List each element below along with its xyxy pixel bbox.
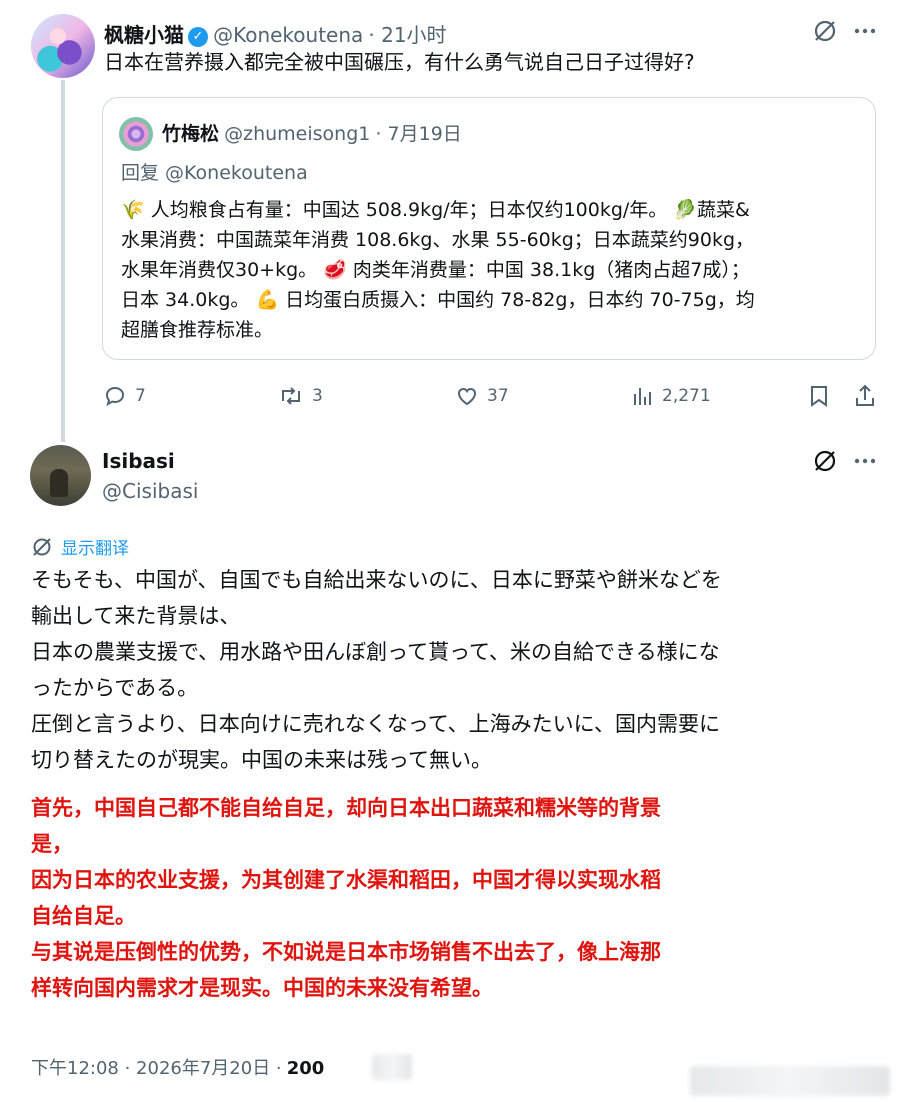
- reply-count: 7: [135, 386, 146, 406]
- reply-button[interactable]: 7: [103, 384, 146, 408]
- grok-icon[interactable]: [812, 18, 838, 44]
- quote-date: · 7月19日: [375, 123, 462, 145]
- grok-icon[interactable]: [812, 448, 838, 474]
- blurred-area: [690, 1066, 890, 1096]
- like-icon: [457, 387, 477, 406]
- annotation-line: 样转向国内需求才是现实。中国的未来没有希望。: [31, 976, 493, 1000]
- display-name[interactable]: 枫糖小猫: [104, 23, 184, 47]
- text-line: 圧倒と言うより、日本向けに売れなくなって、上海みたいに、国内需要に: [31, 712, 721, 736]
- tweet-footer: 下午12:08 · 2026年7月20日 · 200: [31, 1054, 324, 1080]
- reply-icon: [105, 386, 125, 407]
- annotation-line: 与其说是压倒性的优势，不如说是日本市场销售不出去了，像上海那: [31, 940, 661, 964]
- quote-line: 🌾 人均粮食占有量：中国达 508.9kg/年；日本仅约100kg/年。 🥬蔬菜…: [121, 199, 750, 221]
- thread-line: [61, 80, 65, 442]
- share-icon[interactable]: [853, 383, 877, 409]
- quote-display-name: 竹梅松: [162, 123, 220, 145]
- retweet-icon: [282, 387, 300, 405]
- avatar-figure: [50, 469, 68, 497]
- annotation-line: 因为日本的农业支援，为其创建了水渠和稻田，中国才得以实现水稻: [31, 868, 661, 892]
- display-name[interactable]: Isibasi: [102, 449, 175, 473]
- more-icon[interactable]: [853, 21, 877, 41]
- view-count: 200: [286, 1058, 325, 1079]
- quote-header: 竹梅松 @zhumeisong1 · 7月19日: [162, 119, 462, 146]
- text-line: 輸出して来た背景は、: [31, 604, 241, 628]
- view-count: 2,271: [662, 386, 711, 406]
- avatar[interactable]: [31, 14, 95, 78]
- quote-line: 超膳食推荐标准。: [121, 319, 274, 341]
- text-line: 日本の農業支援で、用水路や田んぼ創って貰って、米の自給できる様にな: [31, 640, 720, 664]
- translate-icon: [33, 537, 51, 556]
- quote-text: 🌾 人均粮食占有量：中国达 508.9kg/年；日本仅约100kg/年。 🥬蔬菜…: [121, 195, 755, 345]
- tweet-header: 枫糖小猫 ✓ @Konekoutena · 21小时: [104, 19, 447, 48]
- timestamp[interactable]: · 21小时: [368, 23, 446, 47]
- verified-icon: ✓: [188, 27, 208, 47]
- quote-avatar: [119, 117, 153, 151]
- handle[interactable]: @Cisibasi: [102, 479, 198, 503]
- translate-label: 显示翻译: [61, 539, 129, 559]
- like-button[interactable]: 37: [455, 384, 509, 408]
- retweet-button[interactable]: 3: [278, 384, 323, 408]
- reply-to: 回复 @Konekoutena: [121, 162, 308, 184]
- blurred-area: [372, 1054, 412, 1080]
- annotation-line: 首先，中国自己都不能自给自足，却向日本出口蔬菜和糯米等的背景: [31, 796, 661, 820]
- quote-line: 日本 34.0kg。 💪 日均蛋白质摄入：中国约 78-82g，日本约 70-7…: [121, 289, 755, 311]
- more-icon[interactable]: [853, 451, 877, 471]
- like-count: 37: [487, 386, 509, 406]
- bookmark-icon[interactable]: [808, 384, 830, 408]
- avatar[interactable]: [30, 445, 91, 506]
- post-time[interactable]: 下午12:08 · 2026年7月20日 ·: [31, 1058, 282, 1079]
- annotation-line: 自给自足。: [31, 904, 136, 928]
- handle[interactable]: @Konekoutena: [213, 23, 363, 47]
- quote-handle: @zhumeisong1: [224, 123, 371, 145]
- retweet-count: 3: [312, 386, 323, 406]
- text-line: そもそも、中国が、自国でも自給出来ないのに、日本に野菜や餅米などを: [31, 568, 722, 592]
- tweet-text-japanese: そもそも、中国が、自国でも自給出来ないのに、日本に野菜や餅米などを 輸出して来た…: [31, 562, 722, 778]
- text-line: ったからである。: [31, 676, 199, 700]
- views-icon: [634, 388, 651, 405]
- quote-line: 水果年消费仅30+kg。 🥩 肉类年消费量：中国 38.1kg（猪肉占超7成）；: [121, 259, 750, 281]
- tweet-text: 日本在营养摄入都完全被中国碾压，有什么勇气说自己日子过得好?: [104, 50, 695, 74]
- text-line: 切り替えたのが現実。中国の未来は残って無い。: [31, 748, 492, 772]
- views-button[interactable]: 2,271: [632, 384, 711, 408]
- quote-line: 水果消费：中国蔬菜年消费 108.6kg、水果 55-60kg；日本蔬菜约90k…: [121, 229, 755, 251]
- annotation-line: 是，: [31, 832, 73, 856]
- show-translation-link[interactable]: 显示翻译: [31, 534, 129, 559]
- translation-annotation: 首先，中国自己都不能自给自足，却向日本出口蔬菜和糯米等的背景 是， 因为日本的农…: [31, 790, 661, 1006]
